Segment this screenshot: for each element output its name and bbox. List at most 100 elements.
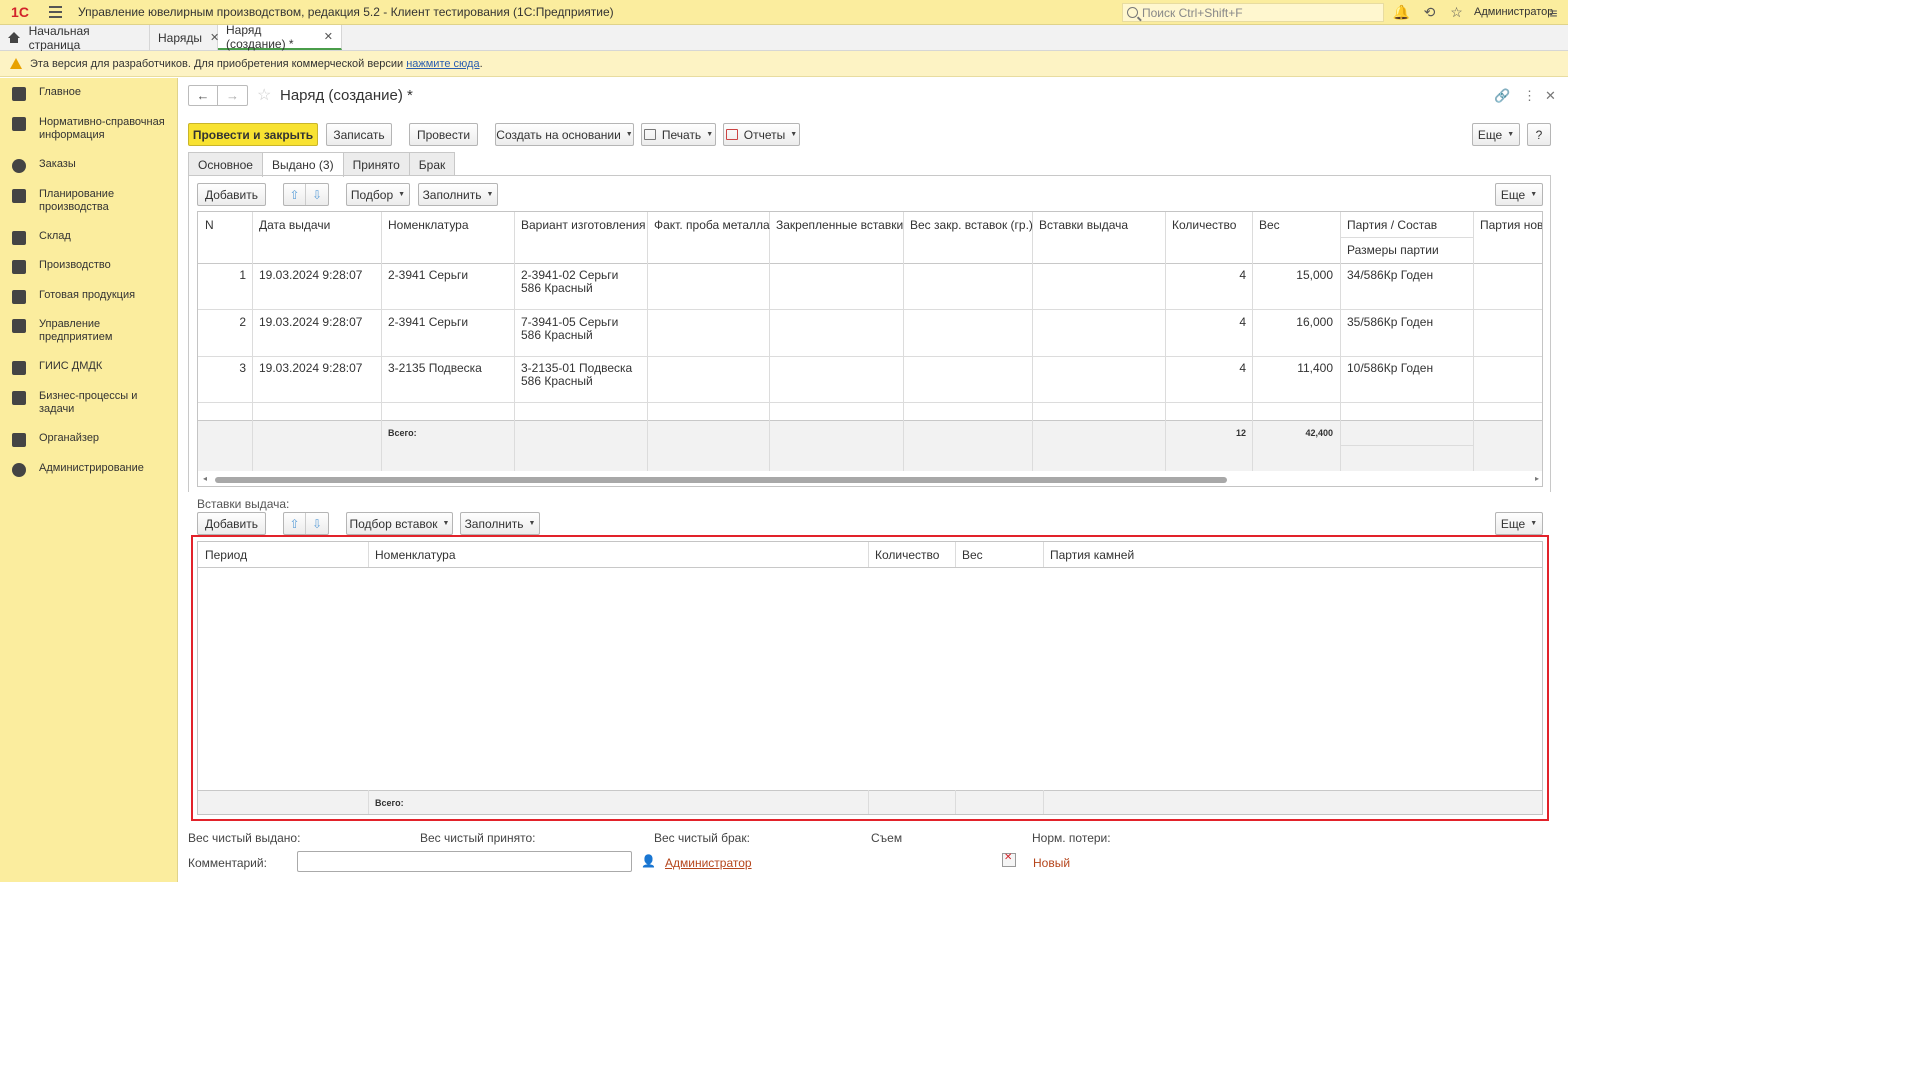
- history-icon[interactable]: ⟲: [1421, 4, 1438, 21]
- col-variant[interactable]: Вариант изготовления: [521, 218, 646, 232]
- tab-defect[interactable]: Брак: [408, 152, 456, 176]
- tab-orders-label: Наряды: [158, 30, 203, 45]
- col-issue-date[interactable]: Дата выдачи: [259, 218, 330, 232]
- reports-button[interactable]: Отчеты ▼: [723, 123, 800, 146]
- sidebar-item-business-processes[interactable]: Бизнес-процессы и задачи: [0, 390, 178, 416]
- col-fixed-inserts[interactable]: Закрепленные вставки: [776, 218, 903, 232]
- post-button[interactable]: Провести: [409, 123, 478, 146]
- col-inserts-issue[interactable]: Вставки выдача: [1039, 218, 1128, 232]
- row-variant: 3-2135-01 Подвеска 586 Красный: [521, 361, 633, 388]
- print-button[interactable]: Печать ▼: [641, 123, 716, 146]
- more-vertical-icon[interactable]: ⋮: [1523, 88, 1536, 104]
- help-button[interactable]: ?: [1527, 123, 1551, 146]
- forward-arrow-icon[interactable]: →: [218, 86, 247, 105]
- current-user[interactable]: Администратор: [1474, 6, 1553, 18]
- col-weight[interactable]: Вес: [1259, 218, 1280, 232]
- tab-main[interactable]: Основное: [188, 152, 263, 176]
- col-nomenclature[interactable]: Номенклатура: [388, 218, 469, 232]
- post-and-close-button[interactable]: Провести и закрыть: [188, 123, 318, 146]
- create-based-on-button[interactable]: Создать на основании ▼: [495, 123, 634, 146]
- create-based-label: Создать на основании: [496, 127, 621, 142]
- row-date: 19.03.2024 9:28:07: [259, 361, 363, 375]
- scroll-left-icon[interactable]: ◂: [203, 474, 207, 483]
- bell-icon[interactable]: 🔔: [1393, 4, 1410, 21]
- settings-icon[interactable]: ≡: [1545, 4, 1562, 21]
- tab-home[interactable]: Начальная страница: [0, 23, 150, 52]
- issued-more-button[interactable]: Еще ▼: [1495, 183, 1543, 206]
- save-button[interactable]: Записать: [326, 123, 392, 146]
- sidebar-item-label: Администрирование: [39, 462, 144, 474]
- row-quantity: 4: [1239, 315, 1246, 329]
- sidebar-item-giis[interactable]: ГИИС ДМДК: [0, 360, 178, 375]
- author-link[interactable]: Администратор: [665, 856, 752, 870]
- dropdown-arrow-icon: ▼: [486, 191, 494, 198]
- sidebar-item-reference[interactable]: Нормативно-справочная информация: [0, 116, 178, 142]
- form-title: Наряд (создание) *: [280, 87, 413, 104]
- tab-order-create[interactable]: Наряд (создание) * ✕: [218, 23, 342, 51]
- row-number: 1: [239, 268, 246, 282]
- row-nomenclature: 2-3941 Серьги: [388, 315, 469, 329]
- global-search-input[interactable]: Поиск Ctrl+Shift+F: [1122, 3, 1384, 22]
- banner-link[interactable]: нажмите сюда: [406, 58, 479, 70]
- tab-received[interactable]: Принято: [342, 152, 410, 176]
- favorite-star-icon[interactable]: ☆: [257, 85, 271, 105]
- scroll-right-icon[interactable]: ▸: [1535, 474, 1539, 483]
- close-icon[interactable]: ✕: [324, 30, 333, 43]
- sidebar-item-management[interactable]: Управление предприятием: [0, 318, 178, 344]
- add-row-button[interactable]: Добавить: [197, 183, 266, 206]
- col-n[interactable]: N: [205, 218, 214, 232]
- inserts-more-button[interactable]: Еще ▼: [1495, 512, 1543, 535]
- col-metal-assay[interactable]: Факт. проба металла: [654, 218, 770, 232]
- tab-orders[interactable]: Наряды ✕: [150, 25, 219, 50]
- sidebar-item-main[interactable]: Главное: [0, 86, 178, 101]
- sidebar-item-label: Заказы: [39, 158, 76, 170]
- row-variant: 2-3941-02 Серьги 586 Красный: [521, 268, 619, 295]
- sidebar-item-organizer[interactable]: Органайзер: [0, 432, 178, 447]
- pick-button[interactable]: Подбор ▼: [346, 183, 410, 206]
- main-menu-icon[interactable]: [42, 0, 68, 25]
- col-quantity[interactable]: Количество: [1172, 218, 1236, 232]
- removal-label: Съем: [871, 831, 903, 845]
- col-new-batch[interactable]: Партия нова: [1480, 218, 1542, 232]
- col-batch-sizes[interactable]: Размеры партии: [1347, 243, 1439, 257]
- close-form-icon[interactable]: ✕: [1545, 88, 1556, 104]
- dropdown-arrow-icon: ▼: [442, 520, 450, 527]
- move-down-icon[interactable]: ⇩: [306, 513, 328, 534]
- sidebar: Главное Нормативно-справочная информация…: [0, 78, 178, 882]
- banner-tail: .: [479, 57, 483, 70]
- tasks-icon: [12, 391, 26, 405]
- net-issued-label: Вес чистый выдано:: [188, 831, 301, 845]
- sidebar-item-warehouse[interactable]: Склад: [0, 230, 178, 245]
- move-down-icon[interactable]: ⇩: [306, 184, 328, 205]
- total-weight: 42,400: [1305, 428, 1333, 438]
- sidebar-item-label: Управление предприятием: [39, 318, 113, 343]
- col-batch[interactable]: Партия / Состав: [1347, 218, 1437, 232]
- inserts-fill-button[interactable]: Заполнить ▼: [460, 512, 540, 535]
- inserts-add-button[interactable]: Добавить: [197, 512, 266, 535]
- fill-button[interactable]: Заполнить ▼: [418, 183, 498, 206]
- comment-input[interactable]: [297, 851, 632, 872]
- search-icon: [1127, 7, 1138, 18]
- favorites-star-icon[interactable]: ☆: [1448, 4, 1465, 21]
- sidebar-item-finished-goods[interactable]: Готовая продукция: [0, 289, 178, 304]
- sidebar-item-administration[interactable]: Администрирование: [0, 462, 178, 477]
- dropdown-arrow-icon: ▼: [1530, 520, 1538, 527]
- horizontal-scrollbar[interactable]: ◂ ▸: [199, 474, 1542, 486]
- col-fixed-inserts-weight[interactable]: Вес закр. вставок (гр.): [910, 218, 1033, 232]
- total-quantity: 12: [1235, 428, 1246, 438]
- scrollbar-thumb[interactable]: [215, 477, 1227, 483]
- reference-book-icon: [12, 117, 26, 131]
- tab-home-label: Начальная страница: [28, 23, 90, 52]
- sidebar-item-production[interactable]: Производство: [0, 259, 178, 274]
- move-up-icon[interactable]: ⇧: [284, 184, 307, 205]
- sidebar-item-label: Склад: [39, 230, 71, 242]
- move-up-icon[interactable]: ⇧: [284, 513, 307, 534]
- more-button[interactable]: Еще ▼: [1472, 123, 1520, 146]
- pick-inserts-button[interactable]: Подбор вставок ▼: [346, 512, 453, 535]
- link-icon[interactable]: 🔗: [1494, 88, 1510, 104]
- sidebar-item-planning[interactable]: Планирование производства: [0, 188, 178, 214]
- sidebar-item-orders[interactable]: Заказы: [0, 158, 178, 173]
- search-placeholder: Поиск Ctrl+Shift+F: [1142, 5, 1243, 20]
- tab-issued[interactable]: Выдано (3): [261, 152, 344, 177]
- back-arrow-icon[interactable]: ←: [189, 86, 219, 105]
